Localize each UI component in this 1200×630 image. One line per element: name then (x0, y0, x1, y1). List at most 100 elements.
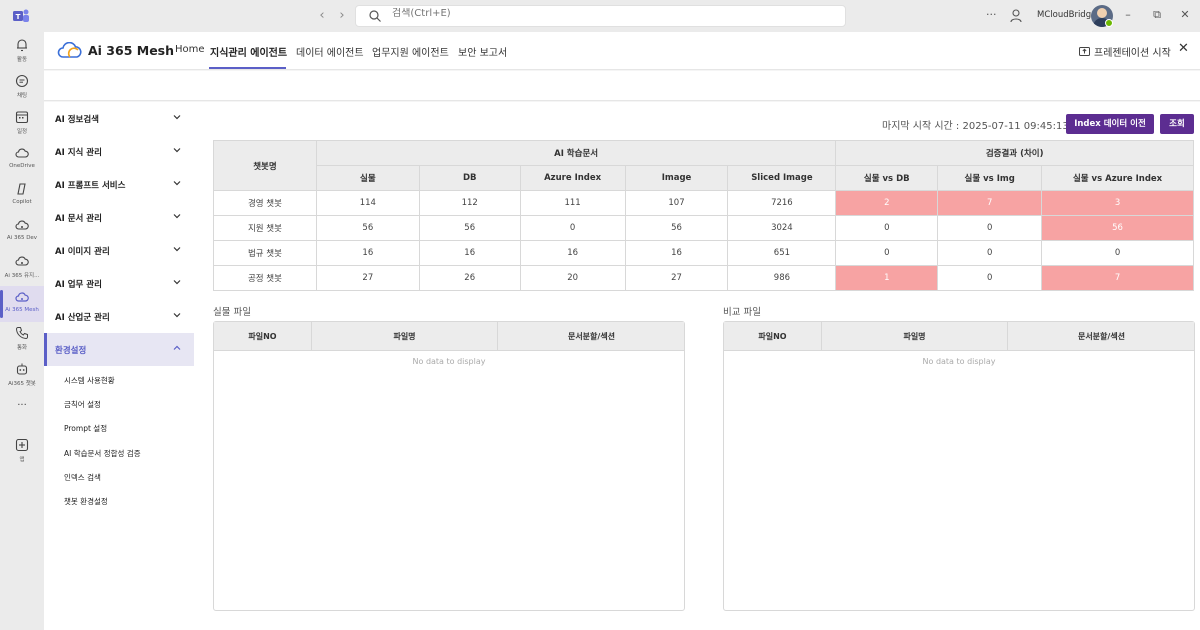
bell-icon (17, 39, 27, 52)
presence-status-icon (1105, 19, 1113, 27)
app-cloud-icon (15, 292, 29, 302)
menu-item-settings[interactable]: 환경설정 (44, 333, 194, 366)
rail-item-apps[interactable]: 앱 (0, 434, 44, 470)
menu-item-ai-search[interactable]: AI 정보검색 (44, 102, 194, 135)
diff-cell: 3 (1041, 190, 1194, 216)
col-header: 파일NO (214, 322, 312, 351)
submenu-banned-words[interactable]: 금칙어 설정 (64, 399, 101, 410)
tab-home[interactable]: Home (175, 44, 205, 55)
app-header: Ai 365 Mesh Home 지식관리 에이전트 데이터 에이전트 업무지원… (44, 32, 1200, 70)
minimize-button[interactable]: – (1118, 8, 1138, 21)
rail-item-calendar[interactable]: 일정 (0, 106, 44, 142)
rail-item-ai365-dev[interactable]: Ai 365 Dev (0, 214, 44, 250)
table-row[interactable]: 공정 챗봇 27 26 20 27 986 1 0 7 (213, 265, 1194, 291)
rail-item-copilot[interactable]: Copilot (0, 178, 44, 214)
submenu-prompt-settings[interactable]: Prompt 설정 (64, 423, 107, 434)
phone-icon (15, 327, 28, 340)
close-app-icon[interactable]: ✕ (1178, 41, 1189, 56)
sub-bar (44, 71, 1200, 101)
bot-name-cell: 법규 챗봇 (213, 240, 317, 266)
present-button[interactable]: 프레젠테이션 시작 (1079, 44, 1171, 59)
menu-item-ai-image[interactable]: AI 이미지 관리 (44, 234, 194, 267)
copilot-icon (17, 183, 26, 195)
chevron-down-icon (173, 313, 181, 318)
physical-files-grid[interactable]: 파일NO 파일명 문서분할/섹션 No data to display (213, 321, 685, 611)
table-row[interactable]: 지원 챗봇 56 56 0 56 3024 0 0 56 (213, 215, 1194, 241)
forward-arrow-icon[interactable]: › (332, 8, 352, 23)
menu-item-ai-document[interactable]: AI 문서 관리 (44, 201, 194, 234)
table-row[interactable]: 법규 챗봇 16 16 16 16 651 0 0 0 (213, 240, 1194, 266)
diff-cell: 0 (937, 265, 1043, 291)
teams-logo-icon[interactable]: T (13, 8, 30, 24)
submenu-index-search[interactable]: 인덱스 검색 (64, 472, 101, 483)
rail-item-activity[interactable]: 활동 (0, 34, 44, 70)
close-window-button[interactable]: ✕ (1175, 8, 1195, 21)
col-header: 파일명 (312, 322, 498, 351)
left-grid-title: 실물 파일 (213, 307, 251, 318)
tab-security-report[interactable]: 보안 보고서 (458, 44, 507, 59)
chevron-down-icon (173, 247, 181, 252)
rail-item-onedrive[interactable]: OneDrive (0, 142, 44, 178)
tab-work-support-agent[interactable]: 업무지원 에이전트 (372, 44, 449, 59)
app-cloud-icon (15, 256, 29, 266)
table-row[interactable]: 경영 챗봇 114 112 111 107 7216 2 7 3 (213, 190, 1194, 216)
user-name: MCloudBridge (1037, 10, 1097, 20)
search-icon (369, 10, 381, 22)
count-cell: 16 (418, 240, 521, 266)
comparison-files-grid[interactable]: 파일NO 파일명 문서분할/섹션 No data to display (723, 321, 1195, 611)
tab-knowledge-agent[interactable]: 지식관리 에이전트 (210, 44, 287, 59)
menu-item-ai-prompt[interactable]: AI 프롬프트 서비스 (44, 168, 194, 201)
chevron-down-icon (173, 148, 181, 153)
rail-item-chat[interactable]: 채팅 (0, 70, 44, 106)
rail-item-ai365-bot[interactable]: Ai365 챗봇 (0, 358, 44, 394)
restore-button[interactable]: ⧉ (1147, 8, 1167, 22)
chevron-down-icon (173, 214, 181, 219)
org-account-icon[interactable] (1010, 9, 1022, 23)
menu-item-ai-knowledge[interactable]: AI 지식 관리 (44, 135, 194, 168)
empty-message: No data to display (412, 357, 486, 366)
bot-name-cell: 공정 챗봇 (213, 265, 317, 291)
count-cell: 16 (624, 240, 729, 266)
rail-label: 활동 (16, 57, 28, 63)
col-header: 파일NO (724, 322, 822, 351)
col-header: 문서분할/섹션 (1077, 332, 1126, 341)
rail-label: 채팅 (16, 93, 28, 99)
cloud-icon (15, 148, 29, 158)
back-arrow-icon[interactable]: ‹ (312, 8, 332, 23)
count-cell: 986 (727, 265, 837, 291)
submenu-doc-consistency[interactable]: AI 학습문서 정합성 검증 (64, 448, 141, 459)
count-cell: 114 (315, 190, 420, 216)
count-cell: 651 (727, 240, 837, 266)
query-button[interactable]: 조회 (1160, 114, 1194, 134)
menu-label: AI 지식 관리 (55, 148, 102, 158)
count-cell: 56 (624, 215, 729, 241)
more-options-icon[interactable]: ··· (986, 8, 997, 21)
brand-cloud-logo-icon (57, 42, 82, 58)
rail-item-ai365-maint[interactable]: Ai 365 유지... (0, 250, 44, 286)
menu-item-ai-industry[interactable]: AI 산업군 관리 (44, 300, 194, 333)
tab-data-agent[interactable]: 데이터 에이전트 (296, 44, 364, 59)
diff-cell: 2 (835, 190, 939, 216)
title-bar: T ‹› ··· MCloudBridge – ⧉ ✕ (0, 0, 1200, 32)
col-header: Sliced Image (727, 165, 837, 191)
menu-item-ai-work[interactable]: AI 업무 관리 (44, 267, 194, 300)
index-migrate-button[interactable]: Index 데이터 이전 (1066, 114, 1154, 134)
rail-more-apps[interactable]: ··· (0, 398, 44, 422)
search-input[interactable] (392, 8, 692, 19)
brand-title: Ai 365 Mesh (88, 43, 175, 58)
submenu-system-usage[interactable]: 시스템 사용현황 (64, 375, 115, 386)
count-cell: 111 (519, 190, 626, 216)
submenu-chatbot-settings[interactable]: 챗봇 환경설정 (64, 496, 108, 507)
menu-label: AI 산업군 관리 (55, 313, 110, 323)
rail-item-ai365-mesh[interactable]: Ai 365 Mesh (0, 286, 44, 322)
rail-label: 일정 (16, 129, 28, 135)
rail-item-calls[interactable]: 통화 (0, 322, 44, 358)
bot-name-cell: 지원 챗봇 (213, 215, 317, 241)
menu-label: AI 문서 관리 (55, 214, 102, 224)
chevron-down-icon (173, 115, 181, 120)
count-cell: 56 (418, 215, 521, 241)
count-cell: 27 (315, 265, 420, 291)
search-box[interactable] (355, 5, 846, 27)
group-header-ai-docs: AI 학습문서 (315, 140, 837, 166)
rail-label: Ai 365 유지... (4, 273, 40, 279)
